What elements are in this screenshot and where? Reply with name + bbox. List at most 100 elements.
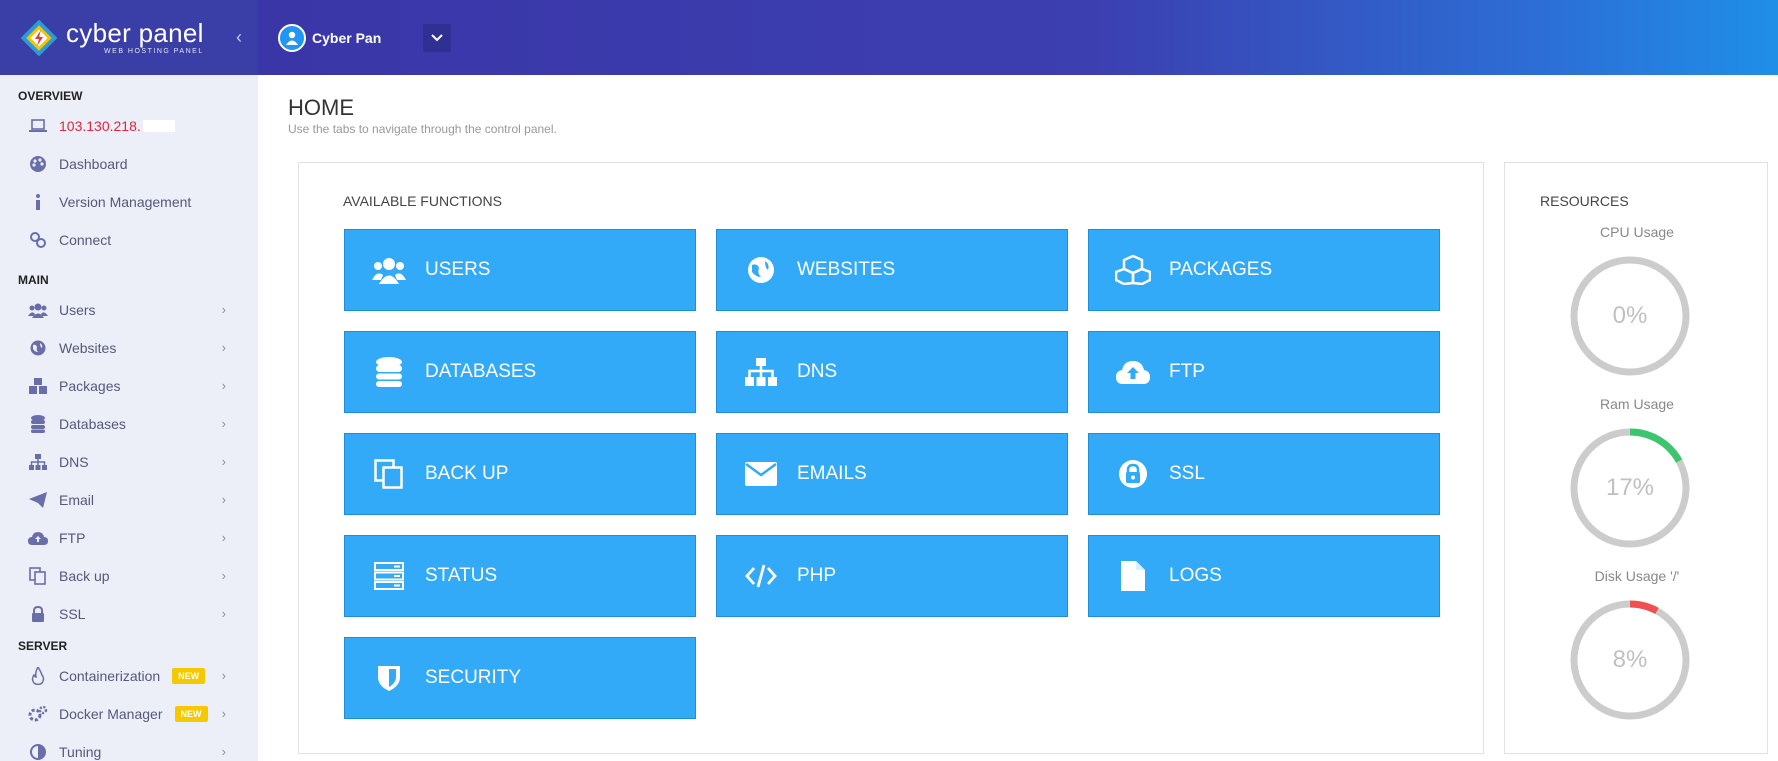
sidebar-item-label: DNS [59, 454, 89, 470]
chevron-right-icon: › [221, 340, 226, 355]
sidebar-item-users[interactable]: Users › [0, 291, 258, 329]
sidebar-item-label: Users [59, 302, 96, 318]
gears-icon [28, 704, 48, 724]
chevron-right-icon: › [221, 530, 226, 545]
tile-emails[interactable]: EMAILS [716, 433, 1068, 515]
server-icon [369, 556, 409, 596]
tile-label: PHP [797, 565, 837, 586]
functions-panel: AVAILABLE FUNCTIONS USERS WEBSITES PACKA… [298, 162, 1484, 754]
sitemap-icon [28, 452, 48, 472]
page-subtitle: Use the tabs to navigate through the con… [288, 122, 557, 136]
brand-name: cyber panel [66, 18, 204, 48]
sidebar-item-label: Email [59, 492, 95, 508]
sidebar-item-version-management[interactable]: Version Management [0, 183, 258, 221]
chevron-right-icon: › [221, 302, 226, 317]
sidebar-item-containerization[interactable]: Containerization NEW › [0, 657, 258, 695]
brand-subtitle: WEB HOSTING PANEL [104, 48, 204, 55]
chevron-right-icon: › [221, 568, 226, 583]
globe-icon [741, 250, 781, 290]
code-icon [741, 556, 781, 596]
ram-usage-label: Ram Usage [1600, 396, 1674, 412]
sidebar-item-dns[interactable]: DNS › [0, 443, 258, 481]
laptop-icon [28, 116, 48, 136]
sidebar-item-label: Dashboard [59, 156, 128, 172]
lock-icon [1113, 454, 1153, 494]
sidebar-item-label: Connect [59, 232, 112, 248]
ip-redaction [142, 120, 175, 132]
new-badge: NEW [172, 668, 206, 684]
chevron-right-icon: › [221, 606, 226, 621]
tile-label: DNS [797, 361, 838, 382]
chevron-right-icon: › [221, 454, 226, 469]
lock-icon [28, 604, 48, 624]
main-nav: Users › Websites › Packages › Databases … [0, 291, 258, 633]
brand[interactable]: cyber panel WEB HOSTING PANEL ‹ [0, 0, 258, 75]
sidebar-item-websites[interactable]: Websites › [0, 329, 258, 367]
tile-dns[interactable]: DNS [716, 331, 1068, 413]
tile-packages[interactable]: PACKAGES [1088, 229, 1440, 311]
section-server: SERVER [18, 639, 68, 653]
fire-icon [28, 666, 48, 686]
sidebar-item-label: Websites [59, 340, 117, 356]
tile-users[interactable]: USERS [344, 229, 696, 311]
sidebar-item-backup[interactable]: Back up › [0, 557, 258, 595]
sidebar-item-packages[interactable]: Packages › [0, 367, 258, 405]
sidebar-item-connect[interactable]: Connect [0, 221, 258, 259]
link-icon [28, 230, 48, 250]
sidebar-item-label: Docker Manager [59, 706, 163, 722]
sidebar-item-ssl[interactable]: SSL › [0, 595, 258, 633]
sidebar-ip-label: 103.130.218. [59, 118, 141, 134]
disk-usage-label: Disk Usage '/' [1594, 568, 1680, 584]
chevron-right-icon: › [221, 706, 226, 721]
tile-backup[interactable]: BACK UP [344, 433, 696, 515]
disk-usage-value: 8% [1612, 646, 1648, 673]
tile-label: SSL [1169, 463, 1205, 484]
tile-label: LOGS [1169, 565, 1222, 586]
sidebar-item-label: Containerization [59, 668, 161, 684]
resources-heading: RESOURCES [1540, 193, 1629, 209]
info-icon [28, 192, 48, 212]
envelope-icon [741, 454, 781, 494]
tile-ssl[interactable]: SSL [1088, 433, 1440, 515]
file-icon [1113, 556, 1153, 596]
cpu-usage-value: 0% [1612, 302, 1648, 329]
sitemap-icon [741, 352, 781, 392]
sidebar-item-dashboard[interactable]: Dashboard [0, 145, 258, 183]
sidebar-item-databases[interactable]: Databases › [0, 405, 258, 443]
sidebar-item-label: Tuning [59, 744, 102, 760]
tile-ftp[interactable]: FTP [1088, 331, 1440, 413]
resources-panel: RESOURCES CPU Usage 0% Ram Usage 17% Dis… [1504, 162, 1768, 754]
cubes-icon [1113, 250, 1153, 290]
tile-security[interactable]: SECURITY [344, 637, 696, 719]
copy-icon [28, 566, 48, 586]
sidebar-item-label: Packages [59, 378, 121, 394]
sidebar-item-label: FTP [59, 530, 86, 546]
tile-websites[interactable]: WEBSITES [716, 229, 1068, 311]
tile-php[interactable]: PHP [716, 535, 1068, 617]
globe-icon [28, 338, 48, 358]
database-icon [28, 414, 48, 434]
sidebar-item-ip[interactable]: 103.130.218. [0, 107, 258, 145]
tile-label: BACK UP [425, 463, 509, 484]
cubes-icon [28, 376, 48, 396]
sidebar-item-tuning[interactable]: Tuning › [0, 733, 258, 761]
tile-databases[interactable]: DATABASES [344, 331, 696, 413]
tile-label: WEBSITES [797, 259, 896, 280]
user-avatar-icon[interactable] [278, 23, 306, 52]
copy-icon [369, 454, 409, 494]
tile-label: FTP [1169, 361, 1205, 382]
sidebar-item-email[interactable]: Email › [0, 481, 258, 519]
users-icon [369, 250, 409, 290]
chevron-down-icon[interactable] [423, 23, 452, 52]
shield-icon [369, 658, 409, 698]
user-name[interactable]: Cyber Pan [312, 30, 381, 46]
sidebar-item-docker-manager[interactable]: Docker Manager NEW › [0, 695, 258, 733]
chevron-left-icon[interactable]: ‹ [236, 27, 242, 48]
sidebar-item-label: SSL [59, 606, 86, 622]
tile-label: EMAILS [797, 463, 867, 484]
sidebar-item-ftp[interactable]: FTP › [0, 519, 258, 557]
chevron-right-icon: › [221, 492, 226, 507]
tile-status[interactable]: STATUS [344, 535, 696, 617]
cloud-upload-icon [1113, 352, 1153, 392]
tile-logs[interactable]: LOGS [1088, 535, 1440, 617]
